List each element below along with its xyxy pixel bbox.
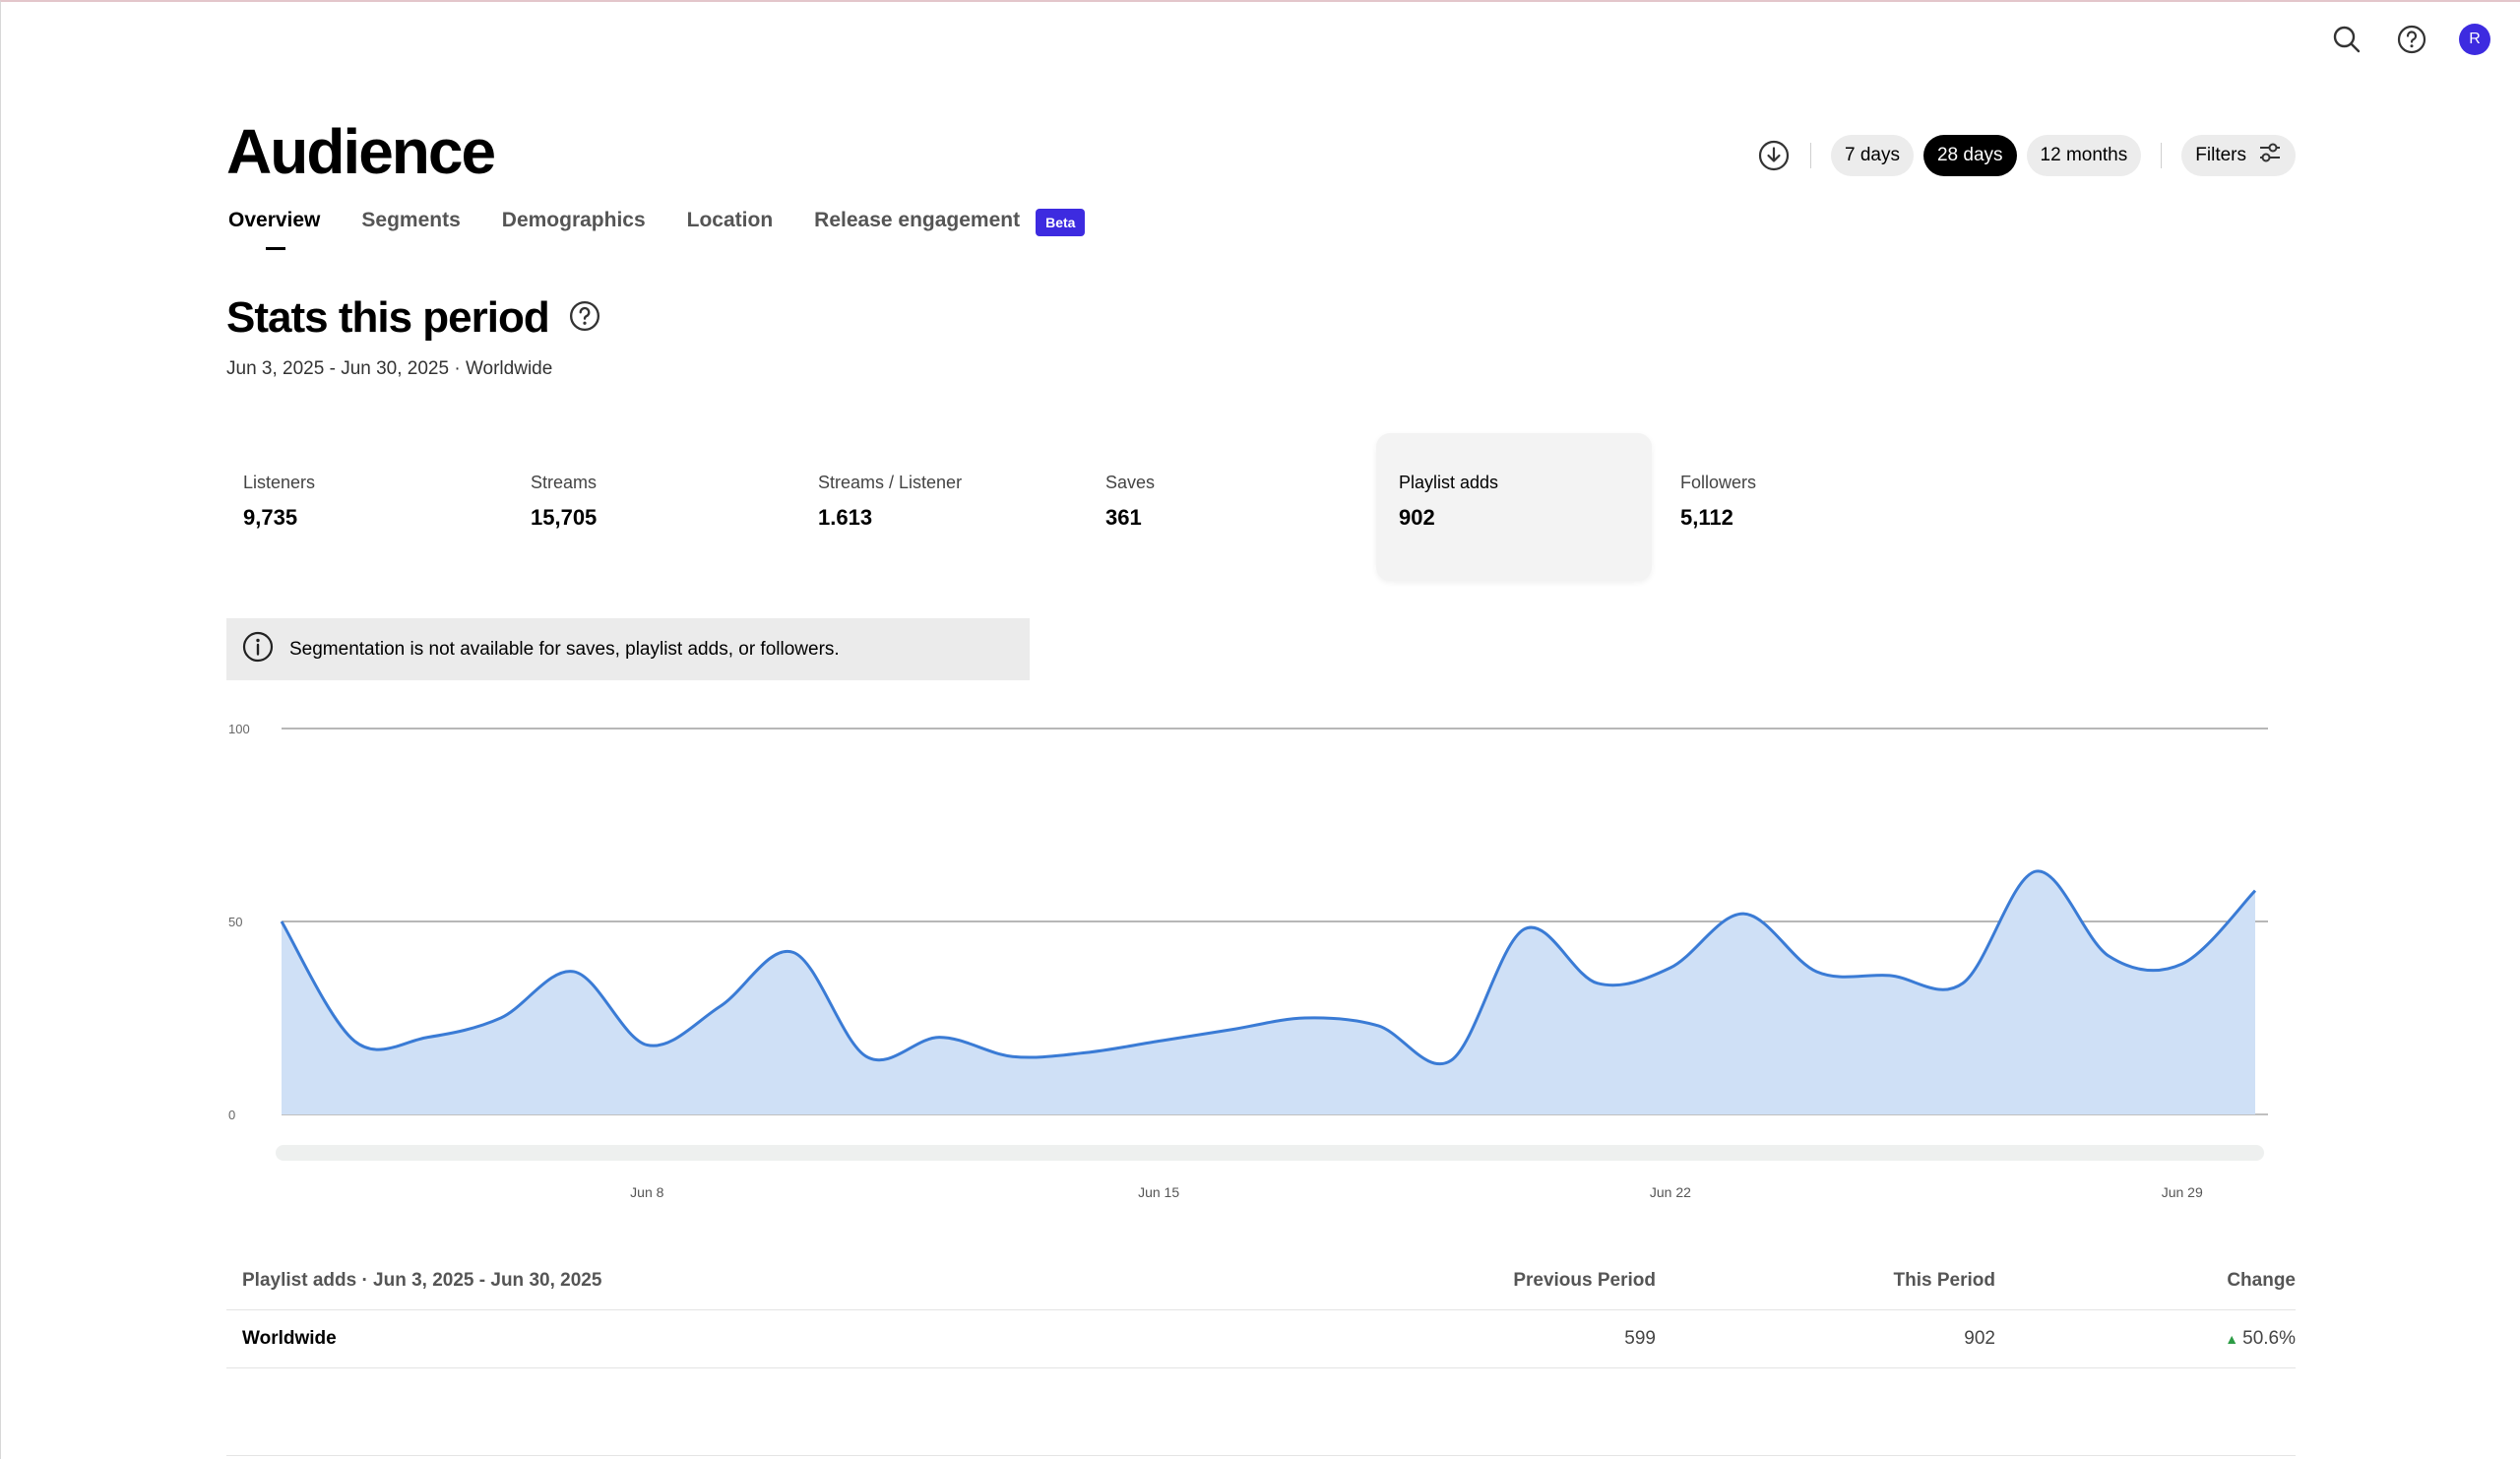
trend-up-icon: ▲: [2225, 1331, 2239, 1347]
column-header-current: This Period: [1893, 1270, 1995, 1291]
metric-value: 5,112: [1680, 505, 1733, 530]
metric-value: 9,735: [243, 505, 298, 530]
metric-label: Followers: [1680, 473, 1757, 492]
table-header: Playlist adds · Jun 3, 2025 - Jun 30, 20…: [226, 1252, 2296, 1310]
info-icon: [242, 631, 274, 668]
section-title-text: Stats this period: [226, 293, 550, 342]
metric-label: Playlist adds: [1399, 473, 1499, 492]
search-icon[interactable]: [2329, 22, 2364, 57]
y-tick-label: 100: [228, 722, 250, 736]
previous-cell: 599: [1624, 1328, 1656, 1349]
breakdown-table: Playlist adds · Jun 3, 2025 - Jun 30, 20…: [226, 1252, 2296, 1368]
beta-badge: Beta: [1036, 209, 1086, 236]
playlist-adds-chart: 0 50 100 Jun 8 Jun 15 Jun 22 Jun 29: [228, 722, 2268, 1200]
tab-demographics[interactable]: Demographics: [502, 209, 646, 236]
divider: [226, 1455, 2296, 1456]
range-7-days-button[interactable]: 7 days: [1831, 135, 1914, 176]
x-tick-label: Jun 29: [2162, 1184, 2203, 1200]
metric-label: Listeners: [243, 473, 316, 492]
table-row[interactable]: Worldwide 599 902 ▲ 50.6%: [226, 1310, 2296, 1368]
section-title: Stats this period: [226, 293, 600, 343]
metric-card-streams[interactable]: Streams 15,705: [514, 433, 789, 581]
avatar[interactable]: R: [2459, 24, 2490, 55]
divider: [2161, 143, 2163, 168]
chart-area-fill: [282, 870, 2255, 1114]
segmentation-notice: Segmentation is not available for saves,…: [226, 618, 1030, 680]
period-subtitle: Jun 3, 2025 - Jun 30, 2025 · Worldwide: [226, 358, 553, 379]
download-icon[interactable]: [1757, 139, 1791, 172]
metric-label: Streams: [531, 473, 598, 492]
change-value: 50.6%: [2242, 1328, 2296, 1349]
metric-cards: Listeners 9,735 Streams 15,705 Streams /…: [226, 433, 1951, 581]
chart-scrollbar[interactable]: [276, 1145, 2264, 1161]
metric-card-saves[interactable]: Saves 361: [1089, 433, 1364, 581]
metric-value: 1.613: [818, 505, 873, 530]
period-controls: 7 days 28 days 12 months Filters: [1757, 134, 2296, 177]
divider: [1810, 143, 1811, 168]
notice-text: Segmentation is not available for saves,…: [289, 638, 840, 660]
tab-location[interactable]: Location: [687, 209, 774, 236]
metric-value: 15,705: [531, 505, 598, 530]
column-header-change: Change: [2227, 1270, 2296, 1291]
x-tick-label: Jun 8: [630, 1184, 663, 1200]
column-header-title: Playlist adds · Jun 3, 2025 - Jun 30, 20…: [242, 1270, 602, 1291]
help-icon[interactable]: [569, 293, 600, 343]
tab-release-engagement[interactable]: Release engagement: [814, 209, 1020, 236]
tab-bar: Overview Segments Demographics Location …: [228, 209, 1086, 250]
range-28-days-button[interactable]: 28 days: [1922, 135, 2017, 176]
top-bar: R: [2329, 22, 2490, 57]
metric-card-streams-per-listener[interactable]: Streams / Listener 1.613: [801, 433, 1077, 581]
change-cell: ▲ 50.6%: [1995, 1328, 2296, 1350]
range-12-months-button[interactable]: 12 months: [2026, 135, 2142, 176]
metric-card-listeners[interactable]: Listeners 9,735: [226, 433, 502, 581]
y-tick-label: 0: [228, 1108, 235, 1122]
x-tick-label: Jun 15: [1138, 1184, 1179, 1200]
metric-value: 902: [1399, 505, 1435, 530]
sliders-icon: [2258, 142, 2282, 169]
region-cell: Worldwide: [242, 1328, 337, 1349]
filters-label: Filters: [2195, 145, 2246, 165]
page-title: Audience: [226, 116, 496, 187]
tab-overview[interactable]: Overview: [228, 209, 320, 250]
y-tick-label: 50: [228, 915, 242, 929]
metric-label: Streams / Listener: [818, 473, 963, 492]
metric-card-followers[interactable]: Followers 5,112: [1664, 433, 1939, 581]
tab-segments[interactable]: Segments: [361, 209, 460, 236]
metric-label: Saves: [1105, 473, 1156, 492]
metric-card-playlist-adds[interactable]: Playlist adds 902: [1376, 433, 1652, 581]
current-cell: 902: [1964, 1328, 1995, 1349]
filters-button[interactable]: Filters: [2181, 135, 2296, 176]
x-tick-label: Jun 22: [1650, 1184, 1691, 1200]
metric-value: 361: [1105, 505, 1142, 530]
help-icon[interactable]: [2394, 22, 2429, 57]
column-header-previous: Previous Period: [1513, 1270, 1656, 1291]
